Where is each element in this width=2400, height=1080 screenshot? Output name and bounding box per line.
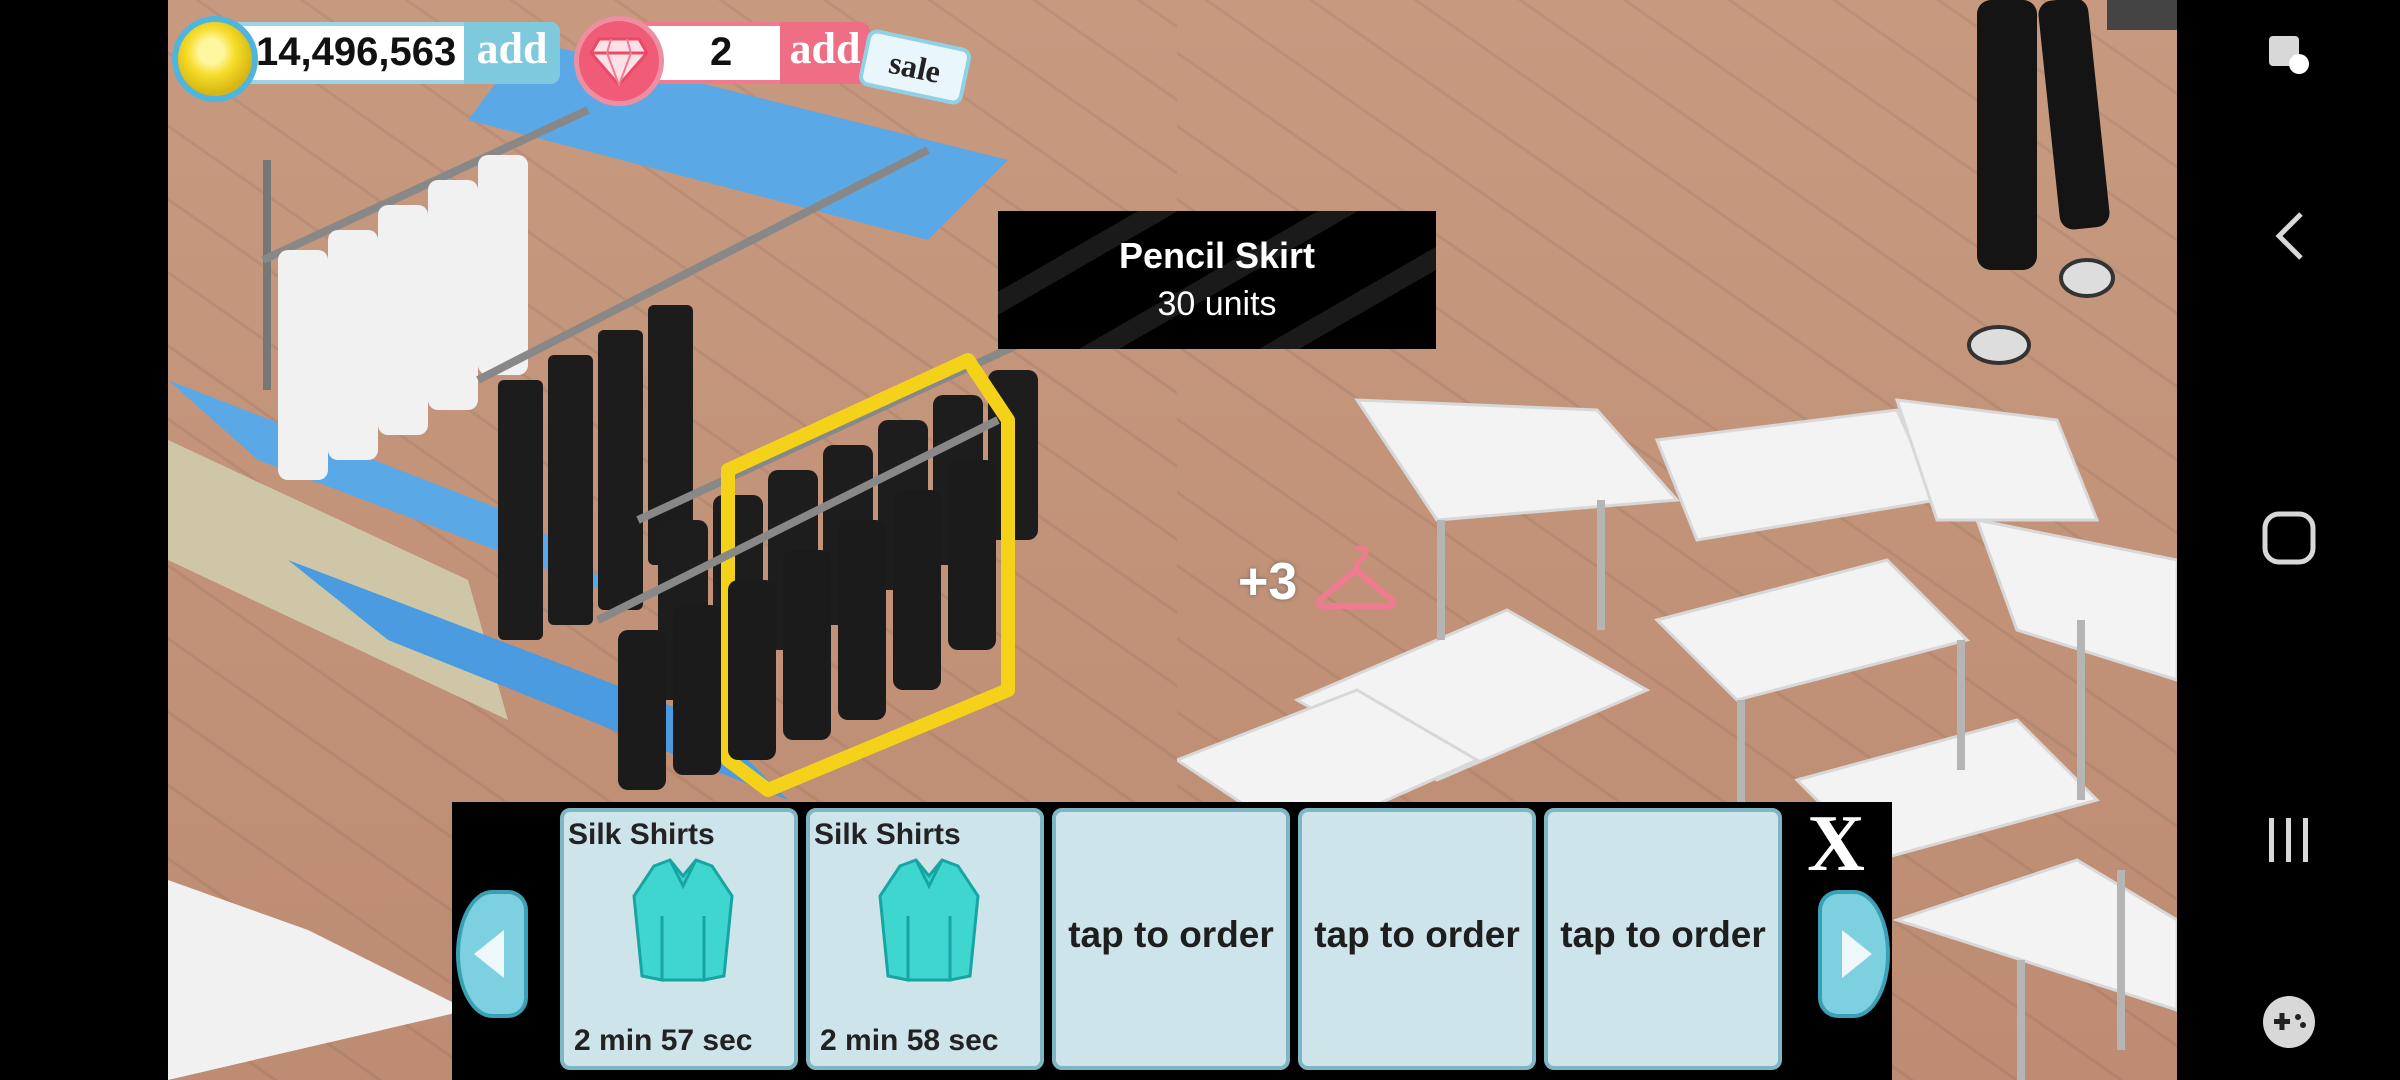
left-letterbox [0,0,168,1080]
arrow-right-icon [1842,930,1872,978]
system-nav-bar [2177,0,2400,1080]
prev-page-button[interactable] [456,890,528,1018]
close-panel-button[interactable]: X [1796,804,1876,884]
shirt-icon [878,858,980,982]
order-slot-5[interactable]: tap to order [1544,808,1782,1070]
next-page-button[interactable] [1818,890,1890,1018]
order-slot-3[interactable]: tap to order [1052,808,1290,1070]
tooltip-units: 30 units [1157,285,1277,323]
order-slot-4[interactable]: tap to order [1298,808,1536,1070]
gems-value: 2 [710,30,733,74]
item-tooltip: Pencil Skirt 30 units [998,211,1436,349]
recents-icon[interactable] [2257,808,2321,872]
back-icon[interactable] [2257,204,2321,268]
screenshot-icon[interactable] [2257,22,2321,86]
tap-to-order-label: tap to order [1314,914,1520,955]
hanger-icon [1315,546,1397,609]
coins-value: 14,496,563 [256,30,457,74]
tooltip-title: Pencil Skirt [1118,235,1316,276]
shirt-icon [632,858,734,982]
game-launcher-icon[interactable] [2257,990,2321,1054]
arrow-left-icon [474,930,504,978]
add-gems-button[interactable]: add [780,22,870,84]
gems-counter: 2 add [574,16,870,106]
rack-extra-count: +3 [1238,553,1298,611]
slot-timer: 2 min 57 sec [574,1024,753,1057]
slot-item-name: Silk Shirts [568,818,715,851]
slot-item-name: Silk Shirts [814,818,961,851]
coin-icon [172,16,258,102]
tap-to-order-label: tap to order [1068,914,1274,955]
coins-counter: 14,496,563 add [172,16,560,102]
tap-to-order-label: tap to order [1560,914,1766,955]
diamond-icon [574,16,664,106]
slot-timer: 2 min 58 sec [820,1024,999,1057]
add-coins-button[interactable]: add [464,22,560,84]
home-icon[interactable] [2257,506,2321,570]
order-slot-2[interactable]: Silk Shirts 2 min 58 sec [806,808,1044,1070]
order-slot-1[interactable]: Silk Shirts 2 min 57 sec [560,808,798,1070]
